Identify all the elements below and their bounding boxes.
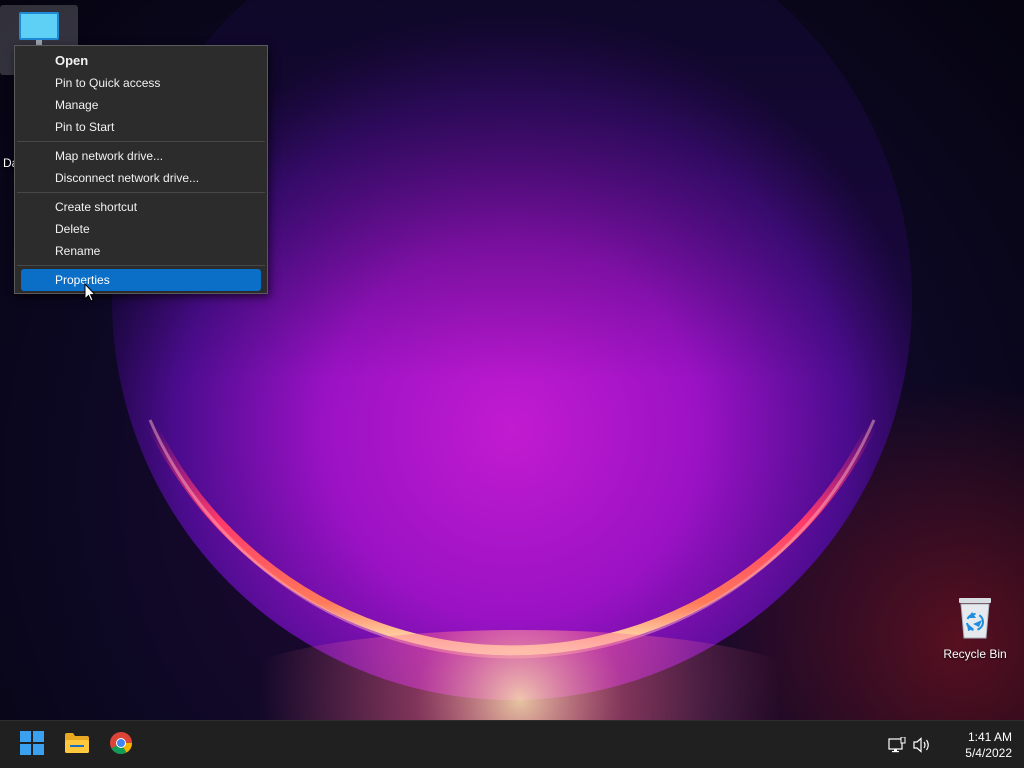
context-menu: Open Pin to Quick access Manage Pin to S… xyxy=(14,45,268,294)
menu-item-pin-to-quick-access[interactable]: Pin to Quick access xyxy=(21,72,261,94)
chrome-button[interactable] xyxy=(103,727,139,763)
menu-item-delete[interactable]: Delete xyxy=(21,218,261,240)
clock-date: 5/4/2022 xyxy=(965,746,1012,760)
menu-item-create-shortcut[interactable]: Create shortcut xyxy=(21,196,261,218)
system-tray: 1:41 AM 5/4/2022 xyxy=(886,721,1024,769)
menu-item-map-network-drive[interactable]: Map network drive... xyxy=(21,145,261,167)
file-explorer-button[interactable] xyxy=(59,727,95,763)
menu-item-properties[interactable]: Properties xyxy=(21,269,261,291)
menu-separator xyxy=(17,141,265,142)
menu-item-rename[interactable]: Rename xyxy=(21,240,261,262)
folder-icon xyxy=(64,732,90,759)
taskbar: 1:41 AM 5/4/2022 xyxy=(0,720,1024,768)
recycle-bin-icon xyxy=(955,596,995,643)
this-pc-label: Da xyxy=(3,156,14,170)
start-button[interactable] xyxy=(14,727,50,763)
windows-logo-icon xyxy=(20,730,44,760)
clock-time: 1:41 AM xyxy=(967,730,1012,744)
recycle-bin-label: Recycle Bin xyxy=(943,647,1007,661)
menu-item-manage[interactable]: Manage xyxy=(21,94,261,116)
recycle-bin-desktop-icon[interactable]: Recycle Bin xyxy=(936,596,1014,661)
menu-item-open[interactable]: Open xyxy=(21,50,261,72)
chrome-icon xyxy=(109,731,133,760)
menu-item-pin-to-start[interactable]: Pin to Start xyxy=(21,116,261,138)
volume-icon[interactable] xyxy=(911,734,933,756)
mouse-pointer-icon xyxy=(84,283,96,302)
clock[interactable]: 1:41 AM 5/4/2022 xyxy=(950,729,1012,761)
desktop[interactable]: Da Recycle Bin Open Pin to Quick access … xyxy=(0,0,1024,720)
menu-item-disconnect-network-drive[interactable]: Disconnect network drive... xyxy=(21,167,261,189)
network-icon[interactable] xyxy=(886,734,908,756)
menu-separator xyxy=(17,265,265,266)
menu-separator xyxy=(17,192,265,193)
